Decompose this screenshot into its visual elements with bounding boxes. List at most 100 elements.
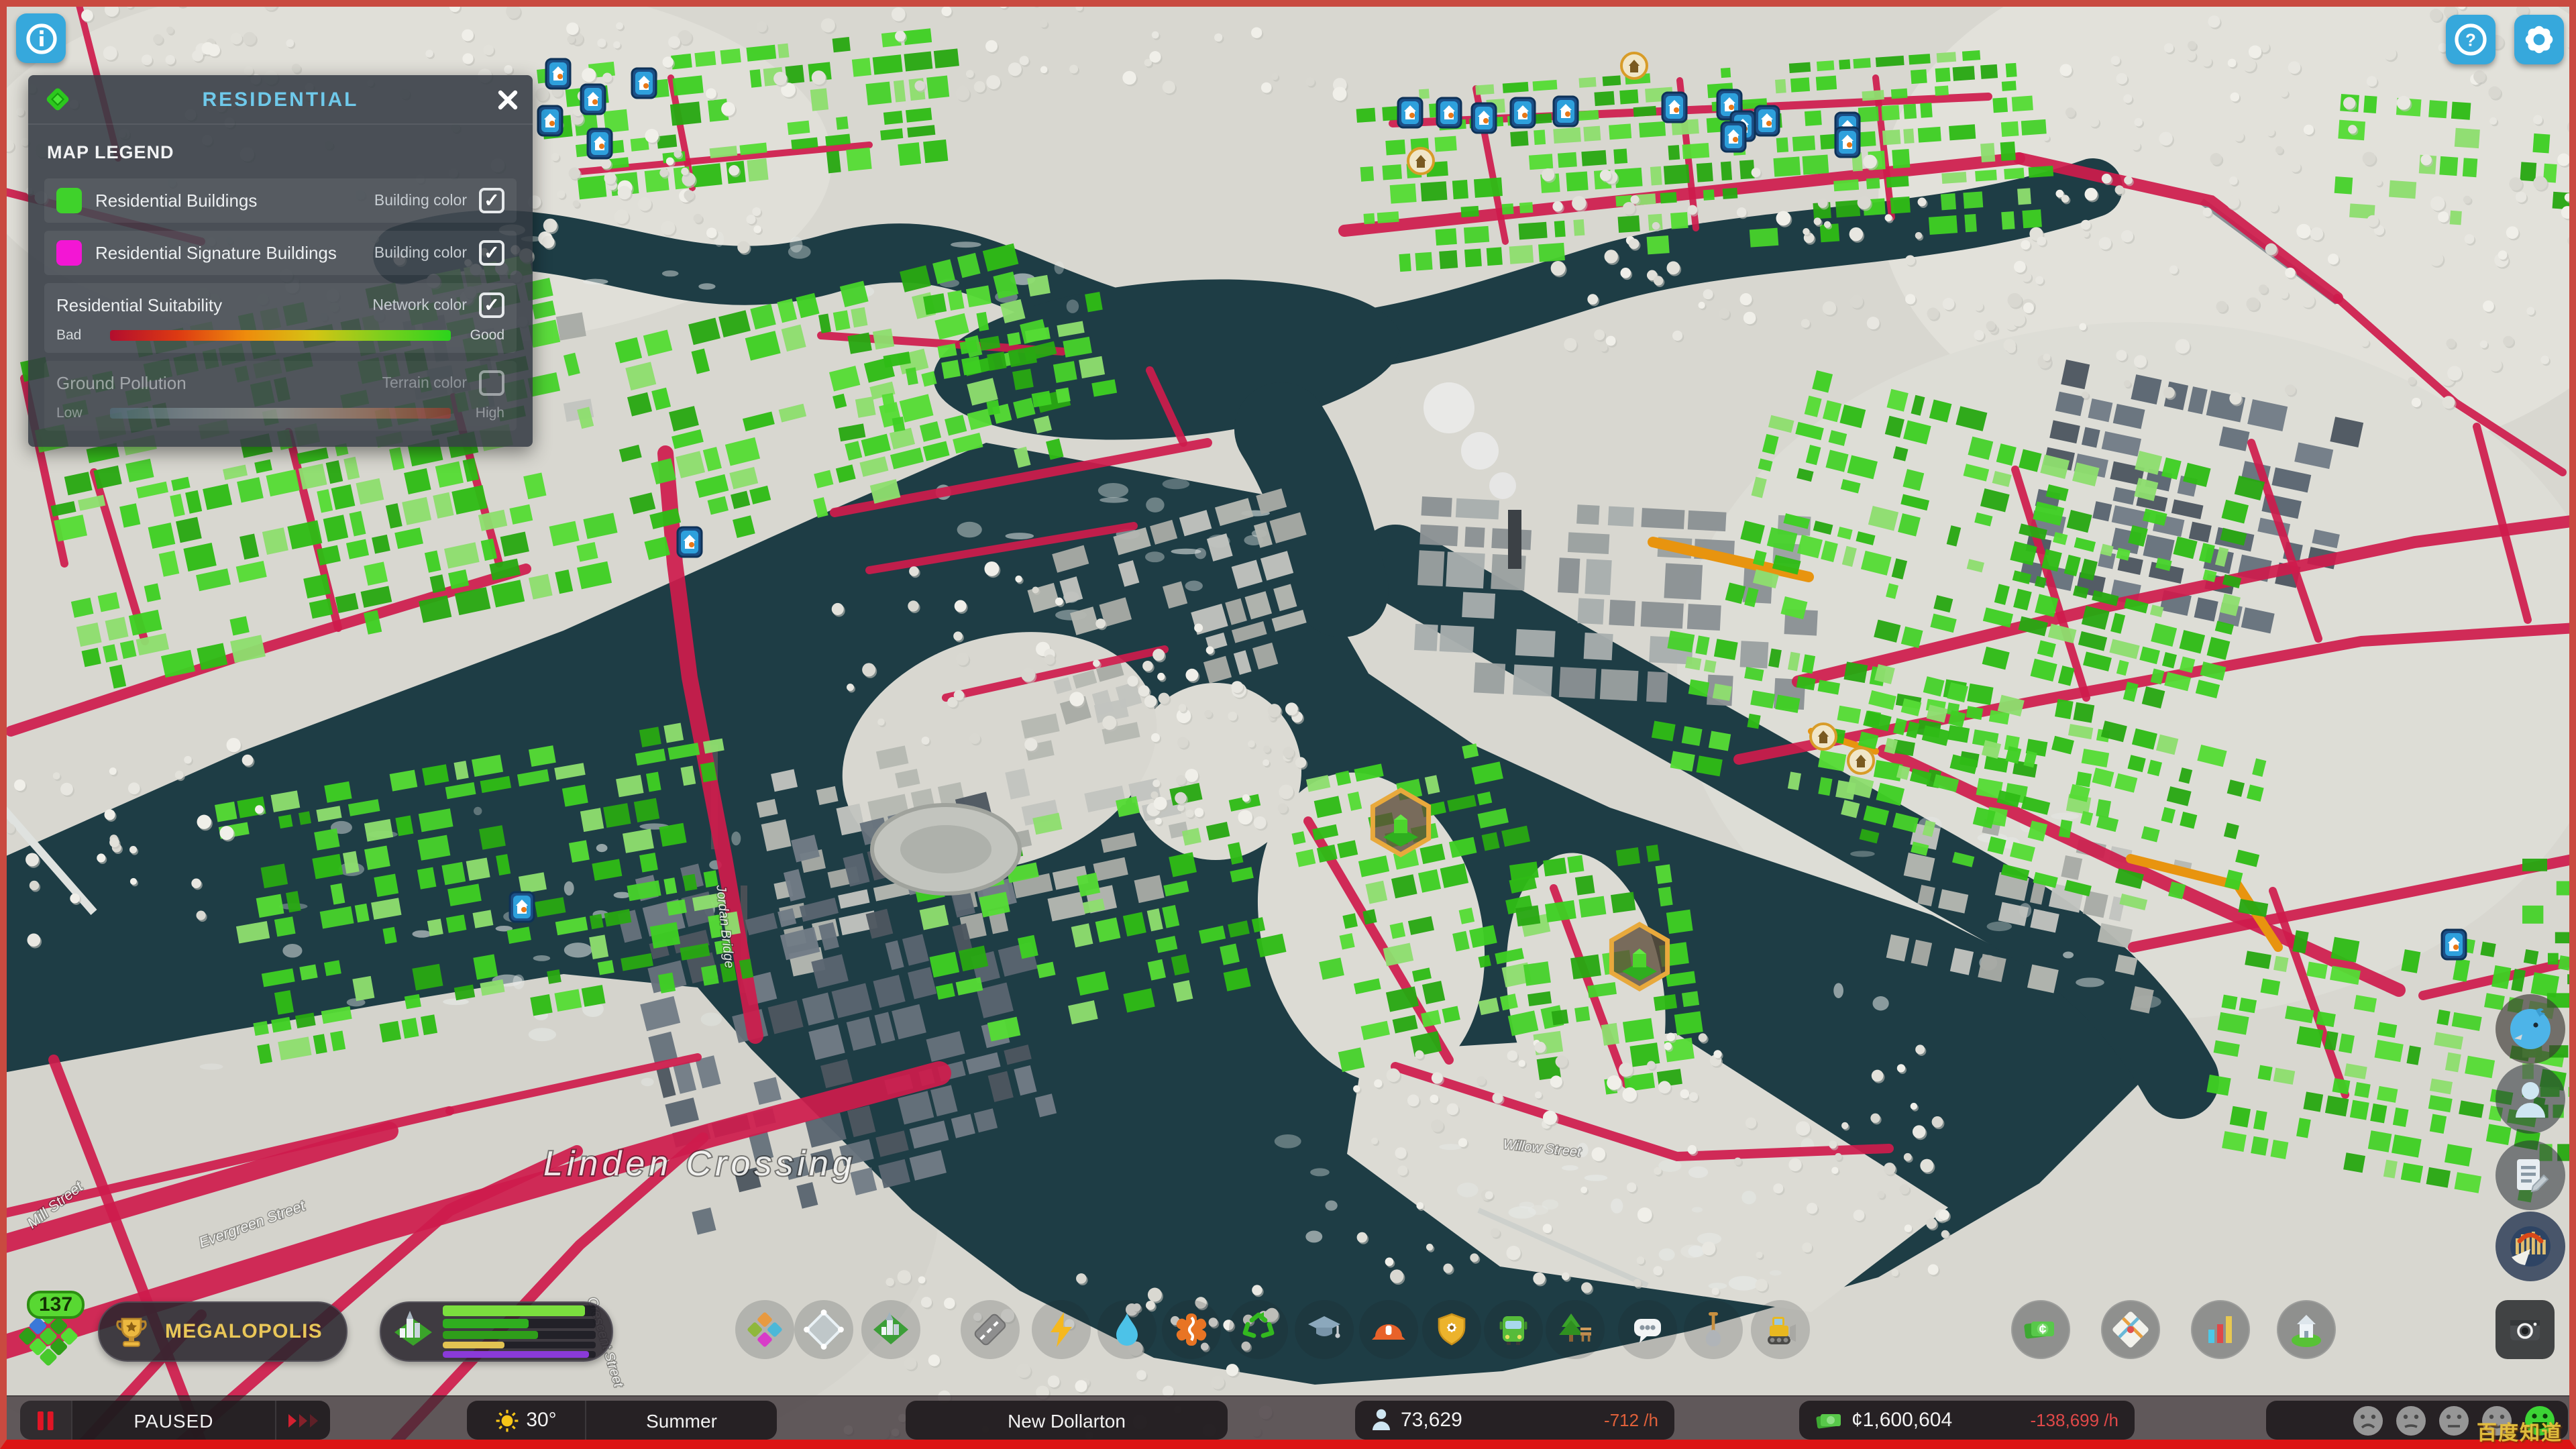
landmarks-button[interactable] bbox=[861, 1300, 920, 1359]
legend-row-label: Residential Buildings bbox=[95, 191, 258, 211]
green-swatch bbox=[56, 188, 82, 213]
water-sewage-button[interactable] bbox=[1097, 1300, 1157, 1359]
map-legend-panel: RESIDENTIAL MAP LEGEND Residential Build… bbox=[28, 75, 533, 447]
districts-button[interactable] bbox=[794, 1300, 853, 1359]
checkbox-checked[interactable]: ✓ bbox=[479, 240, 504, 266]
gold-badge bbox=[1809, 722, 1837, 751]
landmarks-icon bbox=[873, 1312, 908, 1344]
high-rent-badge bbox=[2440, 928, 2467, 961]
gold-badge bbox=[1847, 747, 1875, 775]
gear-icon bbox=[2525, 25, 2553, 54]
electricity-button[interactable] bbox=[1032, 1300, 1091, 1359]
bulldozer-icon bbox=[1768, 1317, 1796, 1344]
education-icon bbox=[1308, 1316, 1340, 1338]
statistics-pie-icon bbox=[2510, 1226, 2551, 1267]
milestone-level[interactable]: 137 bbox=[16, 1291, 86, 1366]
city-name-label: Linden Crossing bbox=[543, 1144, 856, 1183]
population-pill[interactable]: 73,629 -712 /h bbox=[1355, 1401, 1674, 1440]
city-title: MEGALOPOLIS bbox=[165, 1320, 323, 1343]
map-tiles-button[interactable] bbox=[2101, 1300, 2160, 1359]
fire-rescue-button[interactable] bbox=[1359, 1300, 1418, 1359]
chirper-bird-icon bbox=[2510, 1008, 2551, 1049]
zones-icon bbox=[747, 1312, 782, 1347]
weather-pill: 30° Summer bbox=[467, 1401, 777, 1440]
city-icon bbox=[394, 1310, 432, 1345]
residential-gem-icon bbox=[46, 88, 69, 111]
high-rent-badge bbox=[1470, 102, 1497, 134]
photo-mode-button[interactable] bbox=[2496, 1300, 2555, 1359]
communications-button[interactable] bbox=[1618, 1300, 1677, 1359]
speed-button[interactable] bbox=[276, 1401, 330, 1440]
xp-bar bbox=[443, 1331, 596, 1339]
scale-max-label: Good bbox=[470, 327, 504, 343]
high-rent-badge bbox=[586, 127, 613, 160]
milestone-pill[interactable]: MEGALOPOLIS bbox=[98, 1301, 347, 1362]
info-button[interactable] bbox=[16, 13, 66, 63]
legend-row-mode: Terrain color bbox=[382, 375, 467, 391]
money-rate: -138,699 /h bbox=[2030, 1410, 2118, 1430]
journal-button[interactable] bbox=[2496, 1140, 2565, 1210]
scale-max-label: High bbox=[475, 405, 504, 421]
city-name-pill[interactable]: New Dollarton bbox=[906, 1401, 1228, 1440]
population-icon bbox=[1373, 1409, 1390, 1430]
healthcare-button[interactable] bbox=[1162, 1300, 1221, 1359]
high-rent-badge bbox=[1661, 91, 1688, 123]
transportation-button[interactable] bbox=[1484, 1300, 1543, 1359]
xp-progress-pill[interactable] bbox=[380, 1301, 613, 1362]
zones-button[interactable] bbox=[735, 1300, 794, 1359]
legend-row-label: Residential Signature Buildings bbox=[95, 243, 337, 263]
settings-button[interactable] bbox=[2514, 15, 2564, 64]
education-button[interactable] bbox=[1295, 1300, 1354, 1359]
map-tiles-icon bbox=[2112, 1311, 2149, 1348]
stadium bbox=[870, 803, 1022, 896]
city-statistics-button[interactable] bbox=[2496, 1212, 2565, 1281]
terraforming-button[interactable] bbox=[1684, 1300, 1743, 1359]
economy-button[interactable]: ¢ bbox=[2011, 1300, 2070, 1359]
checkbox-checked[interactable]: ✓ bbox=[479, 292, 504, 318]
xp-bar bbox=[443, 1305, 596, 1316]
legend-row-mode: Building color bbox=[374, 193, 467, 209]
high-rent-badge bbox=[676, 526, 703, 558]
close-icon[interactable] bbox=[492, 85, 522, 114]
high-rent-badge bbox=[631, 67, 657, 99]
face-sad-icon bbox=[2396, 1405, 2426, 1435]
simulation-control: PAUSED bbox=[20, 1401, 330, 1440]
gold-badge bbox=[1407, 147, 1435, 175]
checkbox-unchecked[interactable]: ✓ bbox=[479, 370, 504, 396]
temperature: 30° bbox=[467, 1401, 585, 1440]
high-rent-badge bbox=[508, 891, 535, 923]
pause-button[interactable] bbox=[20, 1401, 71, 1440]
progression-button[interactable] bbox=[2277, 1300, 2336, 1359]
money-icon bbox=[1816, 1414, 1841, 1429]
progression-icon bbox=[2292, 1315, 2321, 1347]
photo-mode-icon bbox=[2510, 1320, 2540, 1340]
xp-bar bbox=[443, 1319, 596, 1328]
fire-rescue-icon bbox=[1372, 1324, 1405, 1340]
season: Summer bbox=[646, 1409, 717, 1431]
money-pill[interactable]: ¢1,600,604 -138,699 /h bbox=[1799, 1401, 2135, 1440]
chirper-button[interactable] bbox=[2496, 994, 2565, 1064]
parks-recreation-button[interactable] bbox=[1546, 1300, 1605, 1359]
high-rent-badge bbox=[1509, 97, 1536, 129]
citizens-button[interactable] bbox=[2496, 1064, 2565, 1134]
police-button[interactable] bbox=[1422, 1300, 1481, 1359]
garbage-icon bbox=[1242, 1312, 1275, 1338]
scale-min-label: Low bbox=[56, 405, 83, 421]
garbage-button[interactable] bbox=[1229, 1300, 1288, 1359]
legend-section-title: MAP LEGEND bbox=[47, 142, 174, 162]
scale-min-label: Bad bbox=[56, 327, 82, 343]
population-rate: -712 /h bbox=[1604, 1410, 1658, 1430]
terraforming-icon bbox=[1705, 1312, 1721, 1346]
help-button[interactable]: ? bbox=[2446, 15, 2496, 64]
magenta-swatch bbox=[56, 240, 82, 266]
legend-row-residential-buildings: Residential Buildings Building color ✓ bbox=[44, 178, 517, 223]
game-viewport[interactable]: Linden Crossing Evergreen Street Mill St… bbox=[0, 0, 2576, 1449]
checkbox-checked[interactable]: ✓ bbox=[479, 188, 504, 213]
legend-row-label: Ground Pollution bbox=[56, 373, 186, 393]
statistics-button[interactable] bbox=[2191, 1300, 2250, 1359]
legend-title: RESIDENTIAL bbox=[202, 88, 359, 111]
bulldozer-button[interactable] bbox=[1751, 1300, 1810, 1359]
speed-arrows-icon bbox=[288, 1413, 318, 1427]
svg-text:¢: ¢ bbox=[2039, 1322, 2046, 1337]
roads-button[interactable] bbox=[961, 1300, 1020, 1359]
